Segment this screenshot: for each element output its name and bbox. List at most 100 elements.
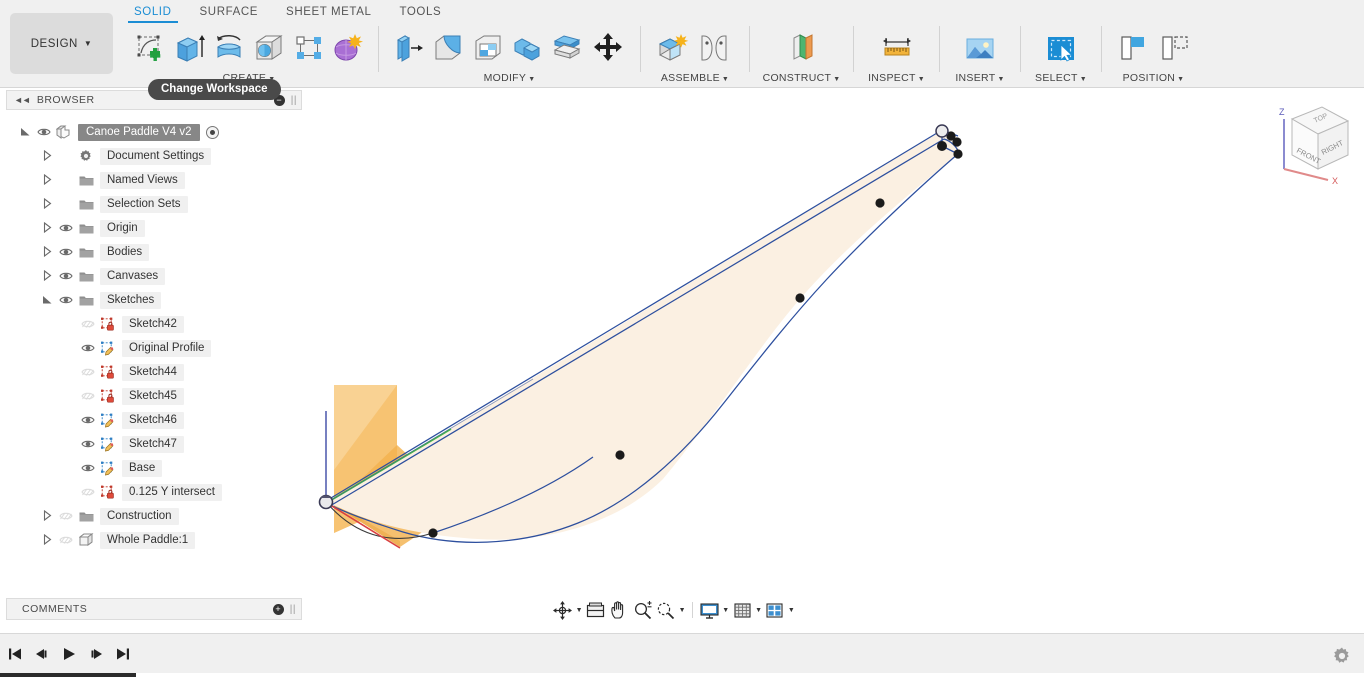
add-comment-icon[interactable]: + — [272, 603, 284, 615]
tree-item-sketch45[interactable]: Sketch45 — [6, 384, 302, 408]
tab-surface[interactable]: SURFACE — [186, 0, 273, 24]
display-settings-dropdown-icon[interactable]: ▼ — [721, 607, 730, 614]
panel-grip[interactable]: || — [290, 604, 296, 615]
expand-arrow-icon[interactable] — [38, 269, 56, 283]
expand-arrow-open-icon[interactable] — [38, 294, 56, 307]
orbit-dropdown-icon[interactable]: ▼ — [574, 607, 583, 614]
pan-icon[interactable] — [607, 598, 630, 622]
visibility-eye-icon[interactable] — [34, 125, 54, 139]
visibility-eye-icon[interactable] — [56, 293, 76, 307]
expand-arrow-icon[interactable] — [38, 245, 56, 259]
offset-face-icon[interactable] — [547, 26, 587, 70]
tab-tools[interactable]: TOOLS — [385, 0, 455, 24]
fit-dropdown-icon[interactable]: ▼ — [677, 607, 686, 614]
step-forward-icon[interactable] — [87, 644, 104, 663]
fit-icon[interactable] — [654, 598, 677, 622]
visibility-eye-icon[interactable] — [78, 317, 98, 331]
tree-item-sketches[interactable]: Sketches — [6, 288, 302, 312]
measure-icon[interactable] — [876, 26, 918, 70]
workspace-switcher-button[interactable]: DESIGN ▼ — [10, 13, 113, 74]
visibility-eye-icon[interactable] — [78, 341, 98, 355]
viewport-layout-icon[interactable] — [763, 598, 786, 622]
offset-plane-icon[interactable] — [781, 26, 823, 70]
visibility-eye-icon[interactable] — [78, 461, 98, 475]
look-at-icon[interactable] — [584, 598, 607, 622]
grid-snap-dropdown-icon[interactable]: ▼ — [754, 607, 763, 614]
expand-arrow-icon[interactable] — [38, 149, 56, 163]
panel-insert-label[interactable]: INSERT ▼ — [944, 72, 1016, 86]
tree-item-sketch42[interactable]: Sketch42 — [6, 312, 302, 336]
shell-icon[interactable] — [468, 26, 508, 70]
combine-icon[interactable] — [508, 26, 548, 70]
tree-item-origin[interactable]: Origin — [6, 216, 302, 240]
visibility-eye-icon[interactable] — [56, 269, 76, 283]
visibility-eye-icon[interactable] — [56, 245, 76, 259]
panel-modify-label[interactable]: MODIFY ▼ — [383, 72, 636, 86]
viewport-layout-dropdown-icon[interactable]: ▼ — [787, 607, 796, 614]
insert-canvas-icon[interactable] — [959, 26, 1001, 70]
tree-item-sketch47[interactable]: Sketch47 — [6, 432, 302, 456]
revolve-icon[interactable] — [209, 26, 249, 70]
select-window-icon[interactable] — [1040, 26, 1082, 70]
control-point[interactable] — [875, 198, 885, 208]
tree-item-document-settings[interactable]: Document Settings — [6, 144, 302, 168]
tree-item-named-views[interactable]: Named Views — [6, 168, 302, 192]
expand-arrow-icon[interactable] — [38, 533, 56, 547]
visibility-eye-icon[interactable] — [78, 389, 98, 403]
zoom-icon[interactable] — [631, 598, 654, 622]
grid-snap-icon[interactable] — [730, 598, 753, 622]
tree-item-selection-sets[interactable]: Selection Sets — [6, 192, 302, 216]
press-pull-icon[interactable] — [389, 26, 429, 70]
tree-item-0-125-y-intersect[interactable]: 0.125 Y intersect — [6, 480, 302, 504]
panel-grip[interactable]: || — [291, 95, 297, 106]
panel-select-label[interactable]: SELECT ▼ — [1025, 72, 1097, 86]
tab-sheet-metal[interactable]: SHEET METAL — [272, 0, 385, 24]
extrude-icon[interactable] — [170, 26, 210, 70]
step-back-icon[interactable] — [33, 644, 50, 663]
pattern-icon[interactable] — [289, 26, 329, 70]
fillet-icon[interactable] — [429, 26, 469, 70]
tree-item-base[interactable]: Base — [6, 456, 302, 480]
tree-item-construction[interactable]: Construction — [6, 504, 302, 528]
panel-assemble-label[interactable]: ASSEMBLE ▼ — [645, 72, 745, 86]
3d-viewport[interactable]: TOP FRONT RIGHT Z X — [303, 89, 1364, 632]
go-to-end-icon[interactable] — [114, 644, 131, 663]
control-point[interactable] — [953, 149, 963, 159]
play-icon[interactable] — [60, 644, 77, 663]
comments-panel[interactable]: COMMENTS + || — [6, 598, 302, 620]
tree-item-canoe-paddle-v4-v2[interactable]: Canoe Paddle V4 v2 — [6, 120, 302, 144]
panel-construct-label[interactable]: CONSTRUCT ▼ — [754, 72, 849, 86]
control-point[interactable] — [952, 137, 962, 147]
panel-position-label[interactable]: POSITION ▼ — [1106, 72, 1201, 86]
move-copy-icon[interactable] — [587, 26, 630, 70]
position-copy-icon[interactable] — [1154, 26, 1196, 70]
new-component-icon[interactable] — [651, 26, 693, 70]
display-settings-icon[interactable] — [698, 598, 721, 622]
expand-arrow-icon[interactable] — [38, 197, 56, 211]
visibility-eye-icon[interactable] — [78, 485, 98, 499]
tree-item-canvases[interactable]: Canvases — [6, 264, 302, 288]
tree-item-sketch44[interactable]: Sketch44 — [6, 360, 302, 384]
go-to-beginning-icon[interactable] — [6, 644, 23, 663]
control-point[interactable] — [428, 528, 438, 538]
visibility-eye-icon[interactable] — [56, 533, 76, 547]
orbit-icon[interactable] — [551, 598, 574, 622]
tree-item-bodies[interactable]: Bodies — [6, 240, 302, 264]
control-point[interactable] — [795, 293, 805, 303]
create-form-icon[interactable] — [328, 26, 368, 70]
control-point[interactable] — [937, 141, 947, 151]
expand-arrow-icon[interactable] — [38, 221, 56, 235]
panel-inspect-label[interactable]: INSPECT ▼ — [858, 72, 935, 86]
tab-solid[interactable]: SOLID — [120, 0, 186, 24]
tree-item-original-profile[interactable]: Original Profile — [6, 336, 302, 360]
tip-endpoint[interactable] — [935, 124, 949, 138]
tree-item-whole-paddle-1[interactable]: Whole Paddle:1 — [6, 528, 302, 552]
create-sketch-icon[interactable] — [130, 26, 170, 70]
visibility-eye-icon[interactable] — [56, 221, 76, 235]
control-point[interactable] — [615, 450, 625, 460]
activate-component-radio[interactable] — [205, 125, 219, 139]
hole-icon[interactable] — [249, 26, 289, 70]
timeline-settings-gear-icon[interactable] — [1332, 646, 1352, 666]
expand-arrow-icon[interactable] — [38, 173, 56, 187]
expand-arrow-open-icon[interactable] — [16, 126, 34, 139]
